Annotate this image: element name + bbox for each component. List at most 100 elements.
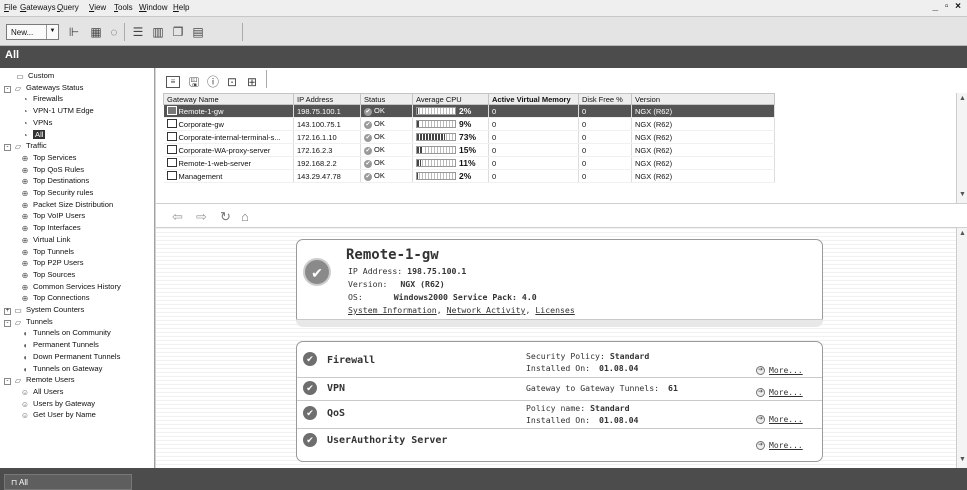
- arrow-right-icon[interactable]: ➔: [756, 388, 765, 397]
- columns-view-icon[interactable]: ▥: [150, 24, 166, 40]
- menu-view[interactable]: View: [89, 3, 106, 12]
- network-activity-link[interactable]: Network Activity: [447, 305, 526, 315]
- arrow-right-icon[interactable]: ➔: [756, 366, 765, 375]
- table-row[interactable]: Corporate-internal-terminal-s... 172.16.1…: [163, 130, 775, 144]
- back-icon[interactable]: ⇦: [172, 209, 183, 225]
- menu-query[interactable]: Query: [57, 3, 79, 12]
- collapse-icon[interactable]: -: [4, 144, 11, 152]
- tree-item[interactable]: ☺ Users by Gateway: [20, 398, 95, 409]
- cpu-value: 11%: [459, 158, 476, 168]
- column-header[interactable]: Gateway Name: [163, 93, 294, 105]
- gateway-icon: ◔: [22, 107, 28, 117]
- firewall-more-link[interactable]: More...: [769, 366, 803, 375]
- cpu-cell: 9%: [412, 117, 489, 131]
- tree-item[interactable]: ⊕ Top Connections: [20, 292, 90, 303]
- tree-item[interactable]: - ▱ Traffic: [4, 140, 47, 152]
- tree-item[interactable]: - ▱ Tunnels: [4, 316, 53, 327]
- save-icon[interactable]: 🖫: [186, 74, 202, 90]
- table-scrollbar[interactable]: ▲ ▼: [956, 93, 967, 203]
- refresh-icon[interactable]: ↻: [220, 209, 231, 225]
- tree-item[interactable]: + ▭ System Counters: [4, 304, 84, 315]
- new-button[interactable]: New... ▼: [6, 24, 59, 40]
- tree-item[interactable]: - ▱ Remote Users: [4, 374, 75, 386]
- column-header[interactable]: Version: [631, 93, 775, 105]
- column-header[interactable]: Disk Free %: [578, 93, 632, 105]
- tree-item[interactable]: ⊕ Top Security rules: [20, 187, 94, 198]
- list-view-icon[interactable]: ☰: [130, 24, 146, 40]
- tree-item[interactable]: ◔ VPN-1 UTM Edge: [20, 105, 94, 116]
- memory-cell: 0: [488, 156, 579, 170]
- tree-view-icon[interactable]: ⊩: [66, 24, 82, 40]
- column-header[interactable]: Average CPU: [412, 93, 489, 105]
- detail-scrollbar[interactable]: ▲ ▼: [956, 228, 967, 468]
- table-row[interactable]: Remote-1-web-server 192.168.2.2 ✔ OK 11% 0 0 NG…: [163, 156, 775, 170]
- tree-item[interactable]: ◖ Permanent Tunnels: [20, 339, 99, 350]
- menu-tools[interactable]: Tools: [114, 3, 133, 12]
- collapse-icon[interactable]: -: [4, 378, 11, 386]
- cpu-value: 15%: [459, 145, 477, 155]
- scroll-down-icon[interactable]: ▼: [959, 191, 966, 198]
- tree-item[interactable]: ⊕ Virtual Link: [20, 234, 71, 245]
- tree-item[interactable]: ◔ Firewalls: [20, 93, 63, 104]
- arrow-right-icon[interactable]: ➔: [756, 415, 765, 424]
- menu-file[interactable]: File: [4, 3, 17, 12]
- tree-item[interactable]: ◔ VPNs: [20, 117, 53, 128]
- tree-item[interactable]: ☺ All Users: [20, 386, 63, 397]
- collapse-icon[interactable]: -: [4, 319, 11, 327]
- forward-icon[interactable]: ⇨: [196, 209, 207, 225]
- tree-item[interactable]: ⊕ Packet Size Distribution: [20, 199, 114, 210]
- table-row[interactable]: Corporate-WA-proxy-server 172.16.2.3 ✔ OK 15…: [163, 143, 775, 157]
- scroll-up-icon[interactable]: ▲: [959, 230, 966, 237]
- tree-item[interactable]: ⊕ Top Interfaces: [20, 222, 81, 233]
- arrow-right-icon[interactable]: ➔: [756, 441, 765, 450]
- userauthority-more-link[interactable]: More...: [769, 441, 803, 450]
- expand-icon[interactable]: +: [4, 308, 11, 315]
- tree-item[interactable]: ⊕ Top Tunnels: [20, 246, 74, 257]
- qos-more-link[interactable]: More...: [769, 415, 803, 424]
- comment-icon[interactable]: ◌: [106, 24, 122, 40]
- tree-item[interactable]: ⊕ Top Destinations: [20, 175, 90, 186]
- column-header[interactable]: IP Address: [293, 93, 361, 105]
- tree-item[interactable]: ⊕ Top QoS Rules: [20, 164, 84, 175]
- home-icon[interactable]: ⌂: [241, 209, 249, 224]
- menu-gateways[interactable]: Gateways: [20, 3, 56, 12]
- network-icon[interactable]: ⊞: [244, 74, 260, 90]
- cpu-cell: 73%: [412, 130, 489, 144]
- window-tab-all[interactable]: ⊓ All: [4, 474, 132, 490]
- tree-item[interactable]: ◖ Down Permanent Tunnels: [20, 351, 121, 362]
- scroll-up-icon[interactable]: ▲: [959, 95, 966, 102]
- tree-item[interactable]: ⊕ Top Services: [20, 152, 77, 163]
- table-row[interactable]: Remote-1-gw 198.75.100.1 ✔ OK 2% 0 0 NGX (R62): [163, 104, 775, 118]
- info-icon[interactable]: ⓘ: [205, 74, 221, 90]
- system-information-link[interactable]: System Information: [348, 305, 437, 315]
- tree-item[interactable]: ⊕ Top P2P Users: [20, 257, 84, 268]
- scroll-down-icon[interactable]: ▼: [959, 456, 966, 463]
- tree-item[interactable]: ▭ Custom: [15, 70, 54, 81]
- collapse-icon[interactable]: -: [4, 85, 11, 93]
- column-header[interactable]: Status: [360, 93, 413, 105]
- cascade-icon[interactable]: ❐: [170, 24, 186, 40]
- tree-item[interactable]: ◔ All: [20, 129, 46, 140]
- vpn-more-link[interactable]: More...: [769, 388, 803, 397]
- tree-item[interactable]: ◖ Tunnels on Community: [20, 327, 111, 338]
- tile-icon[interactable]: ▤: [190, 24, 206, 40]
- menu-window[interactable]: Window: [139, 3, 167, 12]
- tree-item[interactable]: - ▱ Gateways Status: [4, 82, 83, 93]
- grid-view-icon[interactable]: ▦: [88, 24, 104, 40]
- tree-item[interactable]: ⊕ Top Sources: [20, 269, 76, 280]
- gateway-name-cell: Corporate-internal-terminal-s...: [163, 130, 294, 144]
- table-row[interactable]: Corporate-gw 143.100.75.1 ✔ OK 9% 0 0 NGX (R62): [163, 117, 775, 131]
- window-controls[interactable]: _ ▫ ×: [932, 1, 963, 12]
- menu-help[interactable]: Help: [173, 3, 189, 12]
- tree-item[interactable]: ☺ Get User by Name: [20, 409, 96, 420]
- licenses-link[interactable]: Licenses: [535, 305, 574, 315]
- column-header[interactable]: Active Virtual Memory: [488, 93, 579, 105]
- table-row[interactable]: Management 143.29.47.78 ✔ OK 2% 0 0 NGX (R62): [163, 169, 775, 183]
- details-view-icon[interactable]: ≡: [166, 76, 180, 88]
- tree-item[interactable]: ◖ Tunnels on Gateway: [20, 363, 103, 374]
- monitor-icon[interactable]: ⊡: [224, 74, 240, 90]
- version-cell: NGX (R62): [631, 130, 775, 144]
- chevron-down-icon[interactable]: ▼: [46, 25, 58, 39]
- tree-item[interactable]: ⊕ Common Services History: [20, 281, 121, 292]
- tree-item[interactable]: ⊕ Top VoIP Users: [20, 210, 86, 221]
